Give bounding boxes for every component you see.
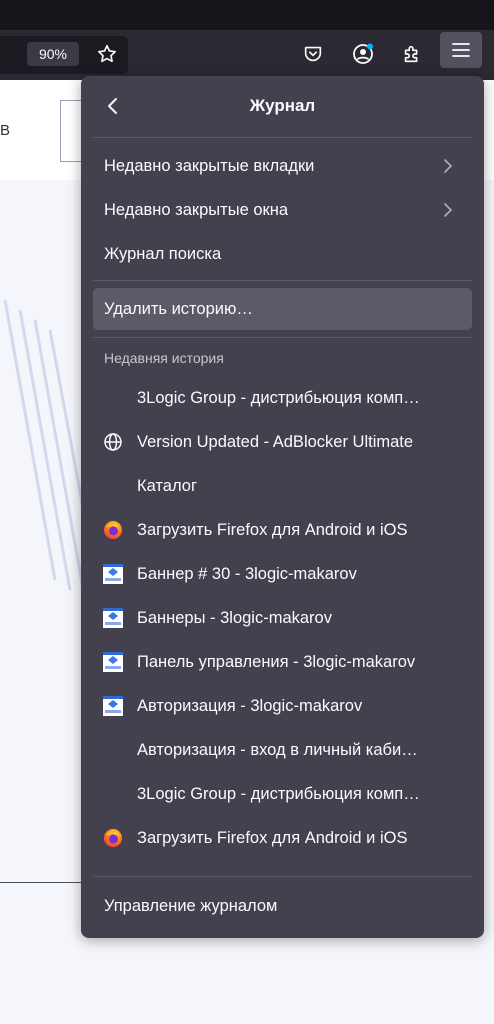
site-favicon-icon xyxy=(103,652,123,672)
blank-favicon-icon xyxy=(103,784,123,804)
extensions-puzzle-icon[interactable] xyxy=(394,38,430,70)
history-item[interactable]: Баннер # 30 - 3logic-makarov xyxy=(93,554,472,594)
chevron-right-icon xyxy=(444,159,453,173)
history-item-label: Панель управления - 3logic-makarov xyxy=(137,653,416,671)
recently-closed-windows-item[interactable]: Недавно закрытые окна xyxy=(93,190,472,230)
history-item-label: Авторизация - вход в личный каби… xyxy=(137,741,418,759)
recent-history-heading: Недавняя история xyxy=(104,350,224,366)
firefox-icon xyxy=(103,520,123,540)
firefox-icon xyxy=(103,828,123,848)
page-divider xyxy=(0,882,90,883)
history-item-label: Загрузить Firefox для Android и iOS xyxy=(137,829,408,847)
divider xyxy=(93,876,472,877)
history-item[interactable]: Загрузить Firefox для Android и iOS xyxy=(93,510,472,550)
clear-history-button[interactable]: Удалить историю… xyxy=(93,288,472,330)
history-item-label: 3Logic Group - дистрибьюция комп… xyxy=(137,389,420,407)
tab-strip xyxy=(0,0,494,30)
site-favicon-icon xyxy=(103,608,123,628)
blank-favicon-icon xyxy=(103,740,123,760)
history-item[interactable]: 3Logic Group - дистрибьюция комп… xyxy=(93,378,472,418)
history-item[interactable]: Панель управления - 3logic-makarov xyxy=(93,642,472,682)
menu-item-label: Журнал поиска xyxy=(104,244,222,263)
blank-favicon-icon xyxy=(103,388,123,408)
history-item[interactable]: Баннеры - 3logic-makarov xyxy=(93,598,472,638)
history-item-label: 3Logic Group - дистрибьюция комп… xyxy=(137,785,420,803)
menu-item-label: Недавно закрытые вкладки xyxy=(104,156,315,175)
site-favicon-icon xyxy=(103,696,123,716)
history-item[interactable]: Каталог xyxy=(93,466,472,506)
zoom-level-button[interactable]: 90% xyxy=(27,42,79,66)
menu-item-label: Недавно закрытые окна xyxy=(104,200,289,219)
page-header-text: В xyxy=(0,122,11,139)
app-menu-hamburger-icon[interactable] xyxy=(440,32,482,68)
divider xyxy=(93,337,472,338)
panel-title: Журнал xyxy=(249,96,316,115)
menu-item-label: Управление журналом xyxy=(104,896,278,915)
history-item-label: Каталог xyxy=(137,477,197,495)
history-item-label: Version Updated - AdBlocker Ultimate xyxy=(137,433,414,451)
globe-icon xyxy=(103,432,123,452)
history-item[interactable]: Version Updated - AdBlocker Ultimate xyxy=(93,422,472,462)
history-item-label: Загрузить Firefox для Android и iOS xyxy=(137,521,408,539)
history-item-label: Авторизация - 3logic-makarov xyxy=(137,697,363,715)
history-item[interactable]: 3Logic Group - дистрибьюция комп… xyxy=(93,774,472,814)
chevron-right-icon xyxy=(444,203,453,217)
bookmark-star-icon[interactable] xyxy=(89,38,125,70)
pocket-icon[interactable] xyxy=(295,38,331,70)
history-item[interactable]: Авторизация - вход в личный каби… xyxy=(93,730,472,770)
history-item-label: Баннеры - 3logic-makarov xyxy=(137,609,332,627)
history-item[interactable]: Загрузить Firefox для Android и iOS xyxy=(93,818,472,858)
panel-header: Журнал xyxy=(81,76,484,136)
history-item-label: Баннер # 30 - 3logic-makarov xyxy=(137,565,357,583)
recently-closed-tabs-item[interactable]: Недавно закрытые вкладки xyxy=(93,146,472,186)
blank-favicon-icon xyxy=(103,476,123,496)
divider xyxy=(93,137,472,138)
history-panel: Журнал Недавно закрытые вкладки Недавно … xyxy=(81,76,484,938)
history-item[interactable]: Авторизация - 3logic-makarov xyxy=(93,686,472,726)
divider xyxy=(93,280,472,281)
menu-item-label: Удалить историю… xyxy=(104,299,253,318)
search-history-item[interactable]: Журнал поиска xyxy=(93,234,472,274)
account-icon[interactable] xyxy=(345,38,381,70)
site-favicon-icon xyxy=(103,564,123,584)
manage-history-button[interactable]: Управление журналом xyxy=(93,886,472,926)
